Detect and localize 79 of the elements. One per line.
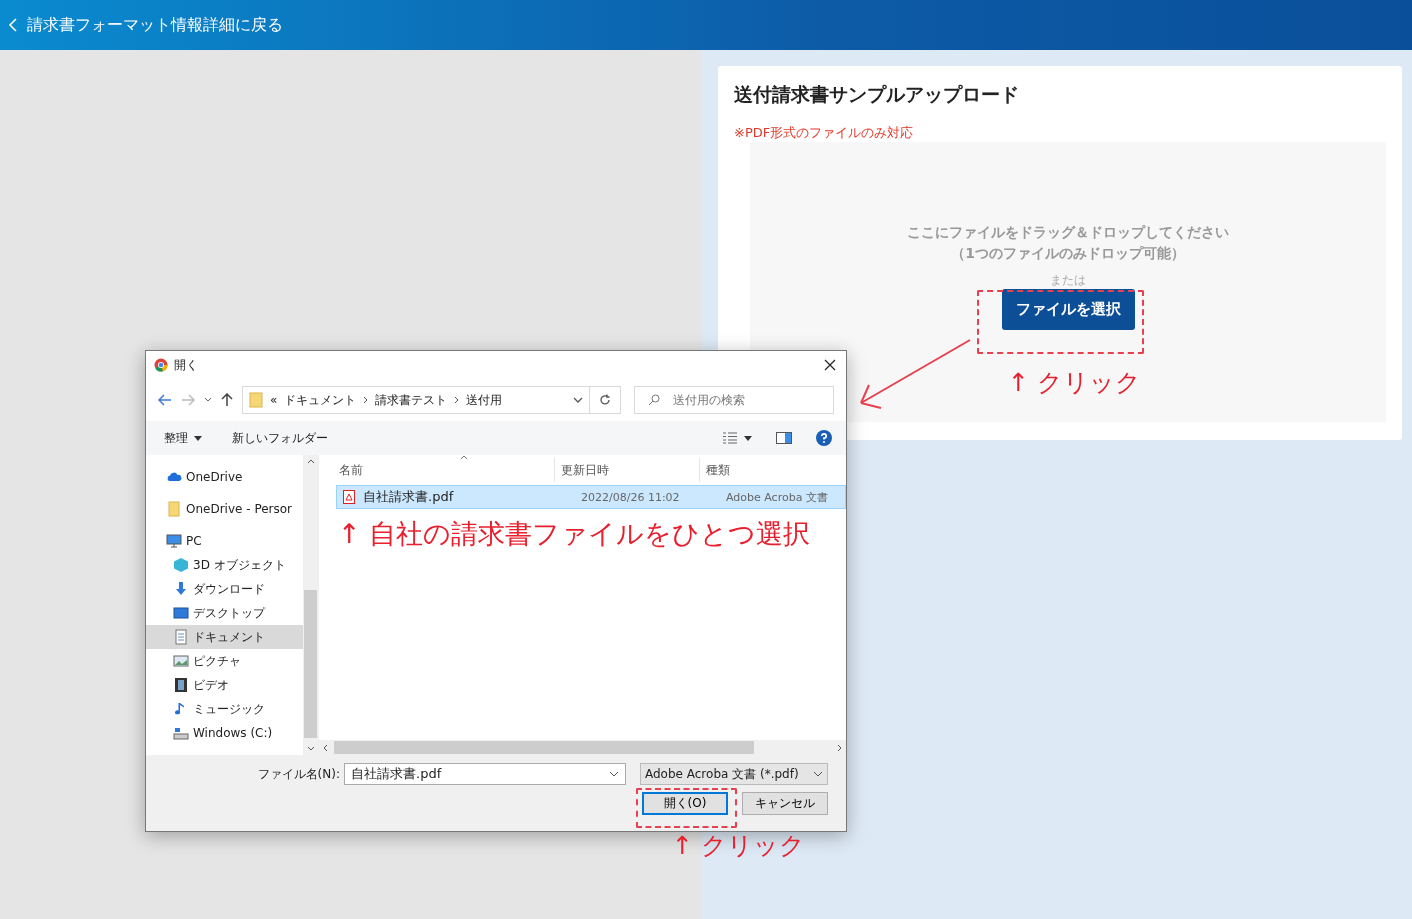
filename-label: ファイル名(N):	[257, 765, 340, 783]
drop-limit-note: （1つのファイルのみドロップ可能）	[951, 244, 1185, 263]
nav-item[interactable]: ピクチャ	[146, 649, 303, 673]
file-date: 2022/08/26 11:02	[580, 490, 681, 504]
address-bar[interactable]: « ドキュメント 請求書テスト 送付用	[242, 386, 590, 414]
search-field[interactable]: 送付用の検索	[634, 386, 834, 414]
view-list-icon[interactable]	[722, 432, 738, 444]
browser-logo-icon	[154, 358, 168, 372]
file-type: Adobe Acroba 文書	[725, 489, 829, 505]
picture-icon	[173, 653, 189, 669]
column-header[interactable]: 更新日時	[555, 458, 700, 482]
open-button[interactable]: 開く(O)	[642, 792, 728, 815]
nav-item[interactable]: OneDrive	[146, 465, 303, 489]
dropdown-caret-icon[interactable]	[194, 435, 202, 441]
sort-caret-icon	[460, 455, 468, 460]
folder-icon	[166, 501, 182, 517]
scroll-down-icon[interactable]	[306, 746, 315, 751]
scroll-right-icon[interactable]	[837, 743, 842, 752]
scroll-left-icon[interactable]	[323, 743, 328, 752]
new-folder-button[interactable]: 新しいフォルダー	[232, 429, 328, 447]
annotation-text: ↑ クリック	[1008, 367, 1141, 399]
preview-pane-icon[interactable]	[776, 432, 792, 444]
pdf-file-icon	[343, 490, 355, 504]
nav-item[interactable]: ミュージック	[146, 697, 303, 721]
nav-item[interactable]: ビデオ	[146, 673, 303, 697]
video-icon	[173, 677, 189, 693]
scroll-up-icon[interactable]	[306, 459, 315, 464]
file-row[interactable]: 自社請求書.pdf 2022/08/26 11:02 Adobe Acroba 文書	[336, 485, 846, 509]
back-link[interactable]: 請求書フォーマット情報詳細に戻る	[8, 14, 283, 36]
dropdown-caret-icon[interactable]	[744, 435, 752, 441]
nav-item[interactable]: OneDrive - Persor	[146, 497, 303, 521]
back-arrow-icon[interactable]	[158, 394, 172, 406]
card-title: 送付請求書サンプルアップロード	[734, 82, 1020, 107]
breadcrumb-chevron-icon	[363, 396, 369, 404]
search-icon	[648, 394, 660, 406]
annotation-text: ↑ クリック	[672, 830, 805, 862]
folder-icon	[249, 392, 263, 408]
file-name: 自社請求書.pdf	[363, 488, 454, 506]
up-arrow-icon[interactable]	[221, 393, 233, 407]
dialog-title: 開く	[174, 356, 199, 374]
dropdown-caret-icon[interactable]	[609, 771, 619, 777]
nav-item[interactable]: Windows (C:)	[146, 721, 303, 745]
nav-item[interactable]: ダウンロード	[146, 577, 303, 601]
column-header[interactable]: 種類	[700, 458, 820, 482]
refresh-button[interactable]	[589, 386, 621, 414]
dropdown-caret-icon[interactable]	[204, 397, 212, 403]
annotation-text: ↑ 自社の請求書ファイルをひとつ選択	[338, 517, 811, 551]
close-icon[interactable]	[824, 359, 836, 371]
breadcrumb-item[interactable]: 請求書テスト	[375, 391, 448, 409]
file-type-dropdown[interactable]: Adobe Acroba 文書 (*.pdf)	[640, 763, 828, 785]
breadcrumb-chevron-icon	[454, 396, 460, 404]
help-icon[interactable]	[816, 430, 832, 446]
drop-instruction: ここにファイルをドラッグ＆ドロップしてください	[907, 223, 1229, 242]
nav-item[interactable]: 3D オブジェクト	[146, 553, 303, 577]
cube-icon	[173, 557, 189, 573]
drive-icon	[173, 725, 189, 741]
dropdown-caret-icon[interactable]	[573, 397, 583, 403]
nav-item[interactable]: PC	[146, 529, 303, 553]
breadcrumb-item[interactable]: 送付用	[466, 391, 503, 409]
pc-icon	[166, 533, 182, 549]
download-icon	[173, 581, 189, 597]
refresh-icon	[599, 394, 611, 406]
organize-menu[interactable]: 整理	[164, 429, 188, 447]
scrollbar[interactable]	[319, 740, 846, 755]
scrollbar[interactable]	[303, 455, 318, 755]
cancel-button[interactable]: キャンセル	[742, 792, 828, 815]
dropdown-caret-icon[interactable]	[813, 771, 823, 777]
back-chevron-icon	[8, 18, 18, 32]
nav-item[interactable]: ドキュメント	[146, 625, 303, 649]
nav-item[interactable]: デスクトップ	[146, 601, 303, 625]
or-label: または	[1050, 272, 1086, 289]
document-icon	[173, 629, 189, 645]
filename-field[interactable]: 自社請求書.pdf	[344, 763, 626, 785]
select-file-button[interactable]: ファイルを選択	[1001, 289, 1135, 330]
column-header[interactable]: 名前	[319, 458, 555, 482]
breadcrumb-item[interactable]: ドキュメント	[284, 391, 357, 409]
pdf-note: ※PDF形式のファイルのみ対応	[734, 124, 915, 142]
breadcrumb-overflow[interactable]: «	[270, 393, 278, 407]
desktop-icon	[173, 605, 189, 621]
